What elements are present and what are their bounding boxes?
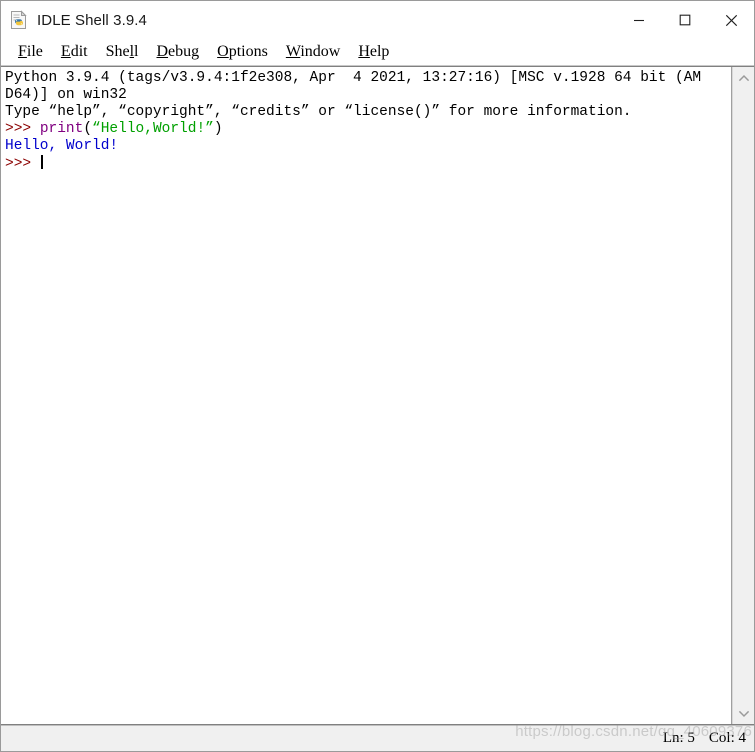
- shell-token-plain: (: [83, 121, 93, 137]
- window-controls: [616, 1, 754, 39]
- shell-token-plain: Python 3.9.4 (tags/v3.9.4:1f2e308, Apr 4…: [5, 70, 702, 86]
- maximize-button[interactable]: [662, 1, 708, 39]
- shell-token-plain: ): [213, 121, 223, 137]
- menu-item-options[interactable]: Options: [208, 39, 277, 65]
- window-title: IDLE Shell 3.9.4: [37, 11, 147, 29]
- idle-shell-window: IDLE Shell 3.9.4 File Edit Shell Debug O…: [0, 0, 755, 752]
- banner-line-3: Type “help”, “copyright”, “credits” or “…: [5, 104, 731, 121]
- shell-token-plain: Type “help”, “copyright”, “credits” or “…: [5, 104, 632, 120]
- input-line-1: >>> print(“Hello,World!”): [5, 121, 731, 138]
- shell-token-builtin: print: [39, 121, 84, 137]
- shell-token-plain: D64)] on win32: [5, 87, 127, 103]
- shell-token-prompt: >>>: [5, 156, 40, 172]
- status-bar: https://blog.csdn.net/qq_40609376 Ln: 5 …: [1, 723, 754, 751]
- minimize-button[interactable]: [616, 1, 662, 39]
- shell-token-string: “Hello,World!”: [92, 121, 214, 137]
- chevron-down-icon[interactable]: [733, 702, 755, 724]
- shell-token-prompt: >>>: [5, 121, 40, 137]
- status-column-indicator: Col: 4: [708, 730, 746, 746]
- vertical-scrollbar[interactable]: [732, 67, 754, 724]
- prompt-line-current: >>>: [5, 155, 731, 172]
- menu-item-window[interactable]: Window: [277, 39, 349, 65]
- chevron-up-icon[interactable]: [733, 67, 755, 89]
- scrollbar-track[interactable]: [733, 89, 754, 702]
- menu-item-debug[interactable]: Debug: [147, 39, 208, 65]
- title-bar[interactable]: IDLE Shell 3.9.4: [1, 1, 754, 39]
- menu-item-edit[interactable]: Edit: [52, 39, 97, 65]
- shell-content-area: Python 3.9.4 (tags/v3.9.4:1f2e308, Apr 4…: [1, 66, 754, 725]
- text-caret: [40, 155, 43, 169]
- close-button[interactable]: [708, 1, 754, 39]
- menu-item-help[interactable]: Help: [349, 39, 398, 65]
- banner-line-1: Python 3.9.4 (tags/v3.9.4:1f2e308, Apr 4…: [5, 70, 731, 87]
- output-line-1: Hello, World!: [5, 138, 731, 155]
- menu-bar: File Edit Shell Debug Options Window Hel…: [1, 39, 754, 66]
- shell-token-stdout: Hello, World!: [5, 138, 119, 154]
- status-line-indicator: Ln: 5: [662, 730, 695, 746]
- idle-python-document-icon: [9, 10, 29, 30]
- banner-line-2: D64)] on win32: [5, 87, 731, 104]
- shell-text-output[interactable]: Python 3.9.4 (tags/v3.9.4:1f2e308, Apr 4…: [1, 67, 732, 724]
- menu-item-file[interactable]: File: [9, 39, 52, 65]
- menu-item-shell[interactable]: Shell: [97, 39, 148, 65]
